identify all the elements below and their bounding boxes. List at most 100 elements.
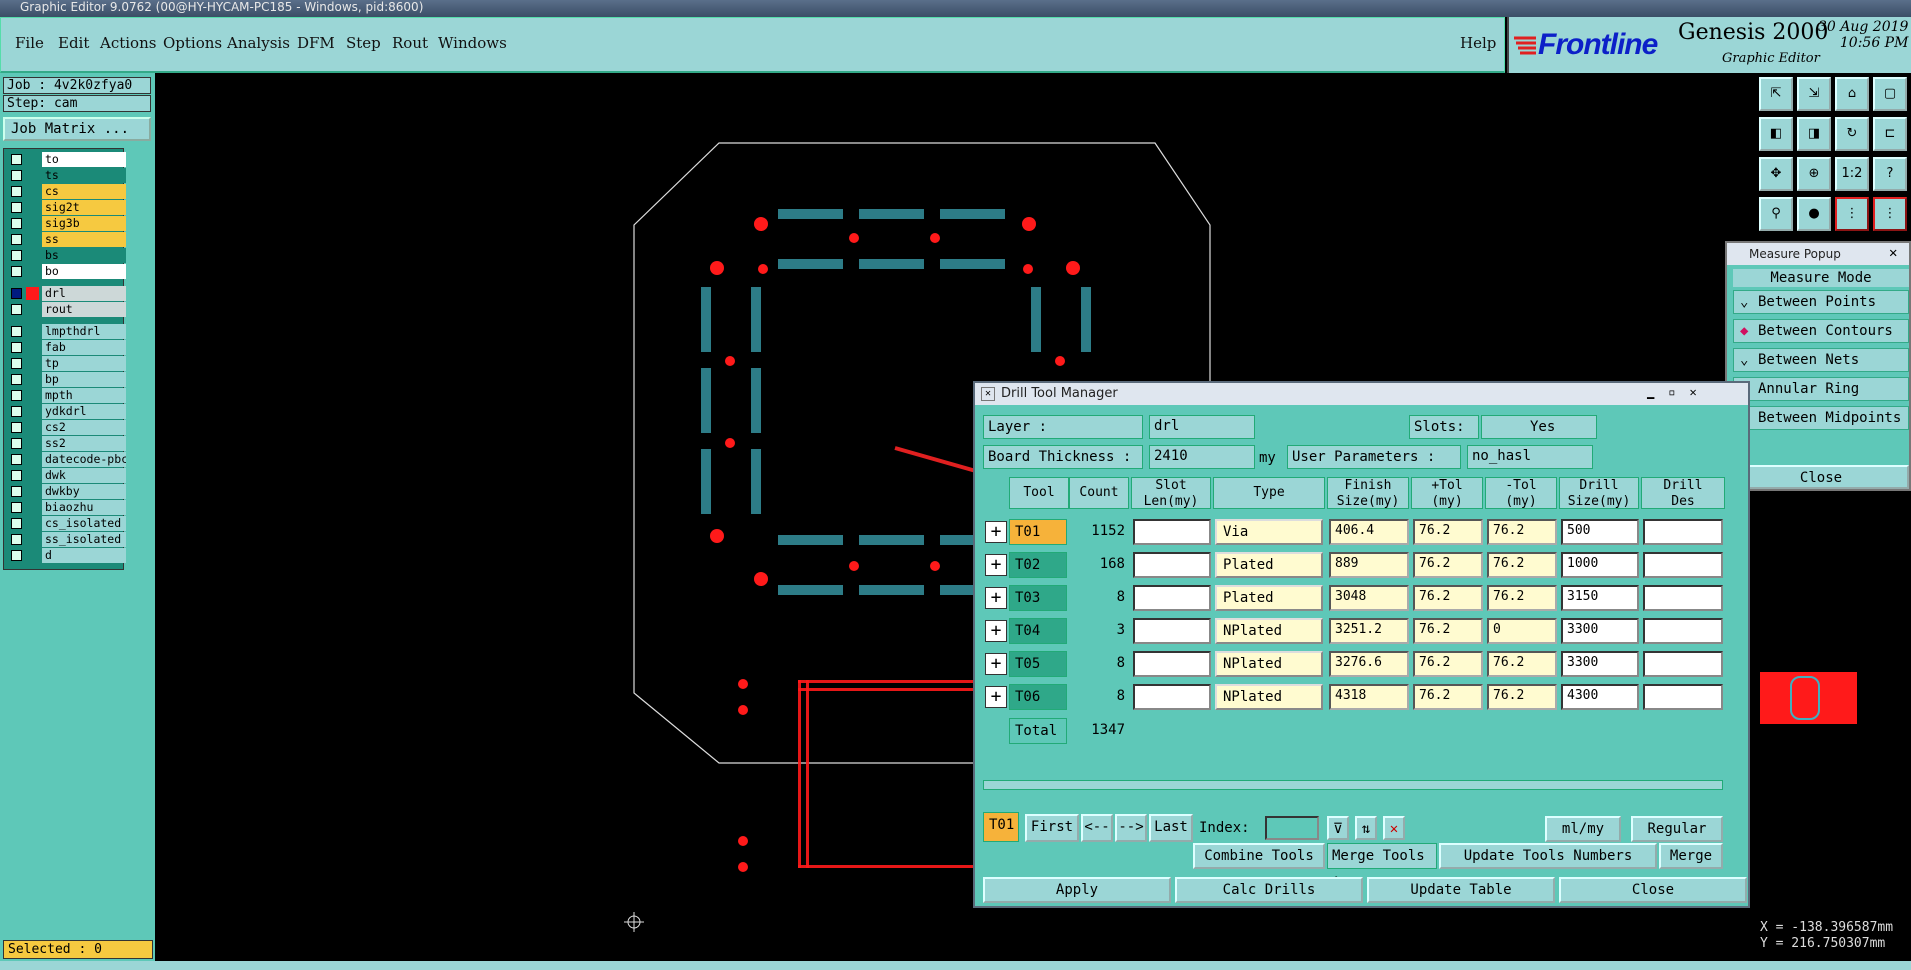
plus-tol-field[interactable]: 76.2 xyxy=(1413,651,1483,677)
scale-button[interactable]: 1:2 xyxy=(1835,157,1869,191)
slot-length-field[interactable] xyxy=(1133,684,1211,710)
layer-name[interactable]: ss_isolated xyxy=(42,532,126,547)
drill-size-field[interactable]: 3300 xyxy=(1561,651,1639,677)
layer-checkbox[interactable] xyxy=(11,358,22,369)
minus-tol-field[interactable]: 76.2 xyxy=(1487,519,1557,545)
expand-row-icon[interactable]: + xyxy=(985,521,1007,543)
plus-tol-field[interactable]: 76.2 xyxy=(1413,519,1483,545)
pan-left-icon[interactable]: ◧ xyxy=(1759,117,1793,151)
layer-checkbox[interactable] xyxy=(11,234,22,245)
layer-row[interactable]: ss_isolated xyxy=(4,532,126,547)
menu-rout[interactable]: Rout xyxy=(392,34,428,52)
layer-row[interactable]: bo xyxy=(4,264,126,279)
layer-checkbox[interactable] xyxy=(11,438,22,449)
redraw-icon[interactable]: ↻ xyxy=(1835,117,1869,151)
menu-windows[interactable]: Windows xyxy=(438,34,507,52)
prev-button[interactable]: <-- xyxy=(1081,814,1113,842)
layer-row[interactable]: ts xyxy=(4,168,126,183)
layer-row[interactable]: datecode-pbc xyxy=(4,452,126,467)
slot-length-field[interactable] xyxy=(1133,552,1211,578)
minus-tol-field[interactable]: 76.2 xyxy=(1487,585,1557,611)
menu-options[interactable]: Options xyxy=(163,34,222,52)
layer-field[interactable]: drl xyxy=(1149,415,1255,439)
layer-checkbox[interactable] xyxy=(11,486,22,497)
tool-type-select[interactable]: NPlated xyxy=(1215,684,1323,710)
plus-tol-field[interactable]: 76.2 xyxy=(1413,552,1483,578)
apply-button[interactable]: Apply xyxy=(983,877,1171,903)
layer-name[interactable]: rout xyxy=(42,302,126,317)
tool-id[interactable]: T04 xyxy=(1009,618,1067,644)
drill-size-field[interactable]: 1000 xyxy=(1561,552,1639,578)
calc-drills-button[interactable]: Calc Drills xyxy=(1175,877,1363,903)
layer-row[interactable]: bp xyxy=(4,372,126,387)
layer-checkbox[interactable] xyxy=(11,218,22,229)
snap-icon[interactable]: ⊏ xyxy=(1873,117,1907,151)
layer-row[interactable]: rout xyxy=(4,302,126,317)
layer-row[interactable]: fab xyxy=(4,340,126,355)
minus-tol-field[interactable]: 0 xyxy=(1487,618,1557,644)
menu-step[interactable]: Step xyxy=(346,34,381,52)
tool-id[interactable]: T06 xyxy=(1009,684,1067,710)
layer-name[interactable]: ts xyxy=(42,168,126,183)
slots-select[interactable]: Yes xyxy=(1481,415,1597,439)
finish-size-field[interactable]: 3048 xyxy=(1329,585,1409,611)
layer-row[interactable]: sig2t xyxy=(4,200,126,215)
layer-checkbox[interactable] xyxy=(11,390,22,401)
combine-tools-button[interactable]: Combine Tools xyxy=(1193,843,1325,869)
finish-size-field[interactable]: 4318 xyxy=(1329,684,1409,710)
slot-length-field[interactable] xyxy=(1133,618,1211,644)
layer-name[interactable]: bp xyxy=(42,372,126,387)
net-select-icon[interactable]: ⋮ xyxy=(1873,197,1907,231)
expand-row-icon[interactable]: + xyxy=(985,587,1007,609)
layer-name[interactable]: ydkdrl xyxy=(42,404,126,419)
slot-length-field[interactable] xyxy=(1133,585,1211,611)
layer-name[interactable]: ss2 xyxy=(42,436,126,451)
center-icon[interactable]: ⊕ xyxy=(1797,157,1831,191)
menu-file[interactable]: File xyxy=(15,34,44,52)
layer-name[interactable]: cs_isolated xyxy=(42,516,126,531)
plus-tol-field[interactable]: 76.2 xyxy=(1413,585,1483,611)
finish-size-field[interactable]: 406.4 xyxy=(1329,519,1409,545)
tool-id[interactable]: T02 xyxy=(1009,552,1067,578)
measure-between-nets[interactable]: ⌄ Between Nets xyxy=(1733,348,1909,372)
layer-name[interactable]: dwkby xyxy=(42,484,126,499)
tool-id[interactable]: T03 xyxy=(1009,585,1067,611)
minus-tol-field[interactable]: 76.2 xyxy=(1487,651,1557,677)
drill-des-field[interactable] xyxy=(1643,552,1723,578)
expand-row-icon[interactable]: + xyxy=(985,554,1007,576)
layer-name[interactable]: d xyxy=(42,548,126,563)
layer-checkbox[interactable] xyxy=(11,202,22,213)
next-button[interactable]: --> xyxy=(1115,814,1147,842)
measure-between-contours[interactable]: ◆ Between Contours xyxy=(1733,319,1909,343)
layer-name[interactable]: sig2t xyxy=(42,200,126,215)
help-button[interactable]: ? xyxy=(1873,157,1907,191)
sort-icon[interactable]: ⇅ xyxy=(1355,816,1377,840)
layer-row[interactable]: biaozhu xyxy=(4,500,126,515)
layer-checkbox[interactable] xyxy=(11,326,22,337)
merge-button[interactable]: Merge xyxy=(1659,843,1723,869)
minimize-icon[interactable]: ▁ xyxy=(1647,385,1668,399)
home-view-icon[interactable]: ⌂ xyxy=(1835,77,1869,111)
layer-name[interactable]: dwk xyxy=(42,468,126,483)
units-select[interactable]: ml/my xyxy=(1545,816,1621,842)
job-matrix-button[interactable]: Job Matrix ... xyxy=(3,117,151,141)
first-button[interactable]: First xyxy=(1025,814,1079,842)
layer-row[interactable]: mpth xyxy=(4,388,126,403)
tool-id[interactable]: T05 xyxy=(1009,651,1067,677)
tool-id[interactable]: T01 xyxy=(1009,519,1067,545)
layer-row[interactable]: drl xyxy=(4,286,126,301)
layer-row[interactable]: tp xyxy=(4,356,126,371)
filter-icon[interactable]: ⊽ xyxy=(1327,816,1349,840)
layer-row[interactable]: cs_isolated xyxy=(4,516,126,531)
close-button[interactable]: Close xyxy=(1559,877,1747,903)
pan-right-icon[interactable]: ◨ xyxy=(1797,117,1831,151)
layer-row[interactable]: lmpthdrl xyxy=(4,324,126,339)
layer-checkbox[interactable] xyxy=(11,250,22,261)
drill-size-field[interactable]: 3150 xyxy=(1561,585,1639,611)
measure-icon[interactable]: ⚲ xyxy=(1759,197,1793,231)
layer-checkbox[interactable] xyxy=(11,288,22,299)
drill-des-field[interactable] xyxy=(1643,519,1723,545)
measure-between-points[interactable]: ⌄ Between Points xyxy=(1733,290,1909,314)
layer-name[interactable]: cs2 xyxy=(42,420,126,435)
expand-row-icon[interactable]: + xyxy=(985,620,1007,642)
